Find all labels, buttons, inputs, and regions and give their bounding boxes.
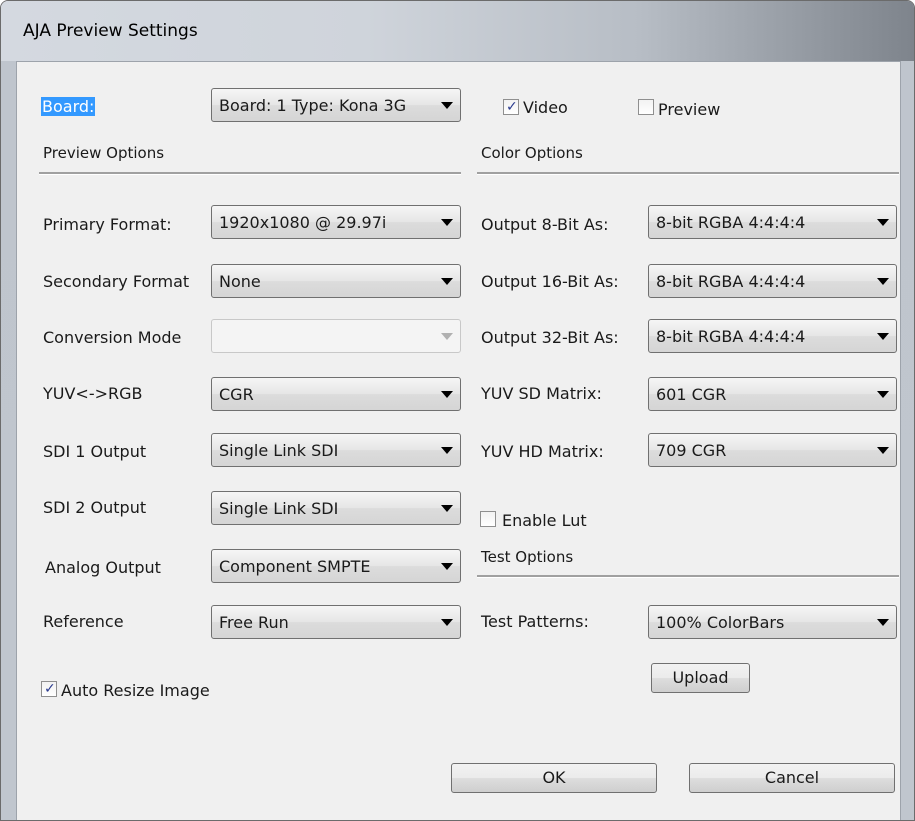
- yuv-hd-matrix-label: YUV HD Matrix:: [481, 442, 604, 461]
- video-checkbox[interactable]: ✓: [503, 99, 519, 115]
- analog-output-select[interactable]: Component SMPTE: [211, 549, 461, 583]
- analog-output-value: Component SMPTE: [219, 557, 371, 576]
- board-select-value: Board: 1 Type: Kona 3G: [219, 96, 407, 115]
- checkmark-icon: ✓: [506, 99, 518, 115]
- yuv-rgb-select[interactable]: CGR: [211, 377, 461, 411]
- chevron-down-icon: [441, 102, 453, 109]
- primary-format-value: 1920x1080 @ 29.97i: [219, 213, 387, 232]
- auto-resize-checkbox[interactable]: ✓: [41, 681, 57, 697]
- output-8bit-label: Output 8-Bit As:: [481, 215, 609, 234]
- analog-output-label: Analog Output: [45, 558, 161, 577]
- yuv-sd-matrix-value: 601 CGR: [656, 385, 727, 404]
- yuv-sd-matrix-label: YUV SD Matrix:: [481, 384, 602, 403]
- output-16bit-label: Output 16-Bit As:: [481, 272, 619, 291]
- test-options-divider: [477, 575, 899, 578]
- conversion-mode-select: [211, 319, 461, 353]
- chevron-down-icon: [877, 333, 889, 340]
- window-title: AJA Preview Settings: [23, 21, 198, 41]
- preview-options-divider: [39, 172, 461, 175]
- test-patterns-select[interactable]: 100% ColorBars: [648, 605, 897, 639]
- output-8bit-value: 8-bit RGBA 4:4:4:4: [656, 213, 806, 232]
- enable-lut-checkbox[interactable]: [480, 511, 496, 527]
- test-options-header: Test Options: [481, 548, 574, 566]
- test-patterns-label: Test Patterns:: [481, 612, 589, 631]
- chevron-down-icon: [877, 219, 889, 226]
- chevron-down-icon: [877, 619, 889, 626]
- reference-select[interactable]: Free Run: [211, 605, 461, 639]
- color-options-divider: [477, 172, 899, 175]
- secondary-format-label: Secondary Format: [43, 272, 190, 291]
- secondary-format-value: None: [219, 272, 261, 291]
- checkmark-icon: ✓: [44, 681, 56, 697]
- board-label-text: Board:: [41, 97, 96, 116]
- chevron-down-icon: [441, 219, 453, 226]
- color-options-header: Color Options: [481, 144, 583, 162]
- upload-button[interactable]: Upload: [651, 663, 750, 693]
- chevron-down-icon: [441, 278, 453, 285]
- sdi1-output-value: Single Link SDI: [219, 441, 339, 460]
- secondary-format-select[interactable]: None: [211, 264, 461, 298]
- cancel-button[interactable]: Cancel: [689, 763, 895, 793]
- yuv-rgb-label: YUV<->RGB: [43, 384, 143, 403]
- sdi2-output-select[interactable]: Single Link SDI: [211, 491, 461, 525]
- dialog-window: AJA Preview Settings Board: Board: 1 Typ…: [0, 0, 915, 821]
- chevron-down-icon: [441, 391, 453, 398]
- output-16bit-select[interactable]: 8-bit RGBA 4:4:4:4: [648, 264, 897, 298]
- conversion-mode-label: Conversion Mode: [43, 328, 182, 347]
- ok-button[interactable]: OK: [451, 763, 657, 793]
- chevron-down-icon: [877, 278, 889, 285]
- output-32bit-label: Output 32-Bit As:: [481, 328, 619, 347]
- chevron-down-icon: [441, 563, 453, 570]
- sdi1-output-select[interactable]: Single Link SDI: [211, 433, 461, 467]
- preview-options-header: Preview Options: [43, 144, 165, 162]
- reference-value: Free Run: [219, 613, 289, 632]
- chevron-down-icon: [441, 447, 453, 454]
- chevron-down-icon: [877, 447, 889, 454]
- preview-label: Preview: [658, 100, 721, 119]
- test-patterns-value: 100% ColorBars: [656, 613, 785, 632]
- yuv-hd-matrix-select[interactable]: 709 CGR: [648, 433, 897, 467]
- title-bar[interactable]: AJA Preview Settings: [1, 1, 914, 61]
- reference-label: Reference: [43, 612, 124, 631]
- board-label: Board:: [41, 97, 96, 116]
- chevron-down-icon: [441, 619, 453, 626]
- chevron-down-icon: [877, 391, 889, 398]
- yuv-sd-matrix-select[interactable]: 601 CGR: [648, 377, 897, 411]
- enable-lut-label: Enable Lut: [502, 511, 587, 530]
- video-label: Video: [523, 98, 568, 117]
- yuv-hd-matrix-value: 709 CGR: [656, 441, 727, 460]
- board-select[interactable]: Board: 1 Type: Kona 3G: [211, 88, 461, 122]
- sdi1-output-label: SDI 1 Output: [43, 442, 147, 461]
- output-32bit-select[interactable]: 8-bit RGBA 4:4:4:4: [648, 319, 897, 353]
- output-32bit-value: 8-bit RGBA 4:4:4:4: [656, 327, 806, 346]
- output-8bit-select[interactable]: 8-bit RGBA 4:4:4:4: [648, 205, 897, 239]
- primary-format-select[interactable]: 1920x1080 @ 29.97i: [211, 205, 461, 239]
- preview-checkbox[interactable]: [638, 99, 654, 115]
- auto-resize-label: Auto Resize Image: [61, 681, 210, 700]
- primary-format-label: Primary Format:: [43, 215, 172, 234]
- sdi2-output-value: Single Link SDI: [219, 499, 339, 518]
- chevron-down-icon: [441, 505, 453, 512]
- sdi2-output-label: SDI 2 Output: [43, 498, 147, 517]
- yuv-rgb-value: CGR: [219, 385, 254, 404]
- output-16bit-value: 8-bit RGBA 4:4:4:4: [656, 272, 806, 291]
- dialog-client-area: Board: Board: 1 Type: Kona 3G ✓ Video Pr…: [16, 61, 901, 820]
- chevron-down-icon: [441, 333, 453, 340]
